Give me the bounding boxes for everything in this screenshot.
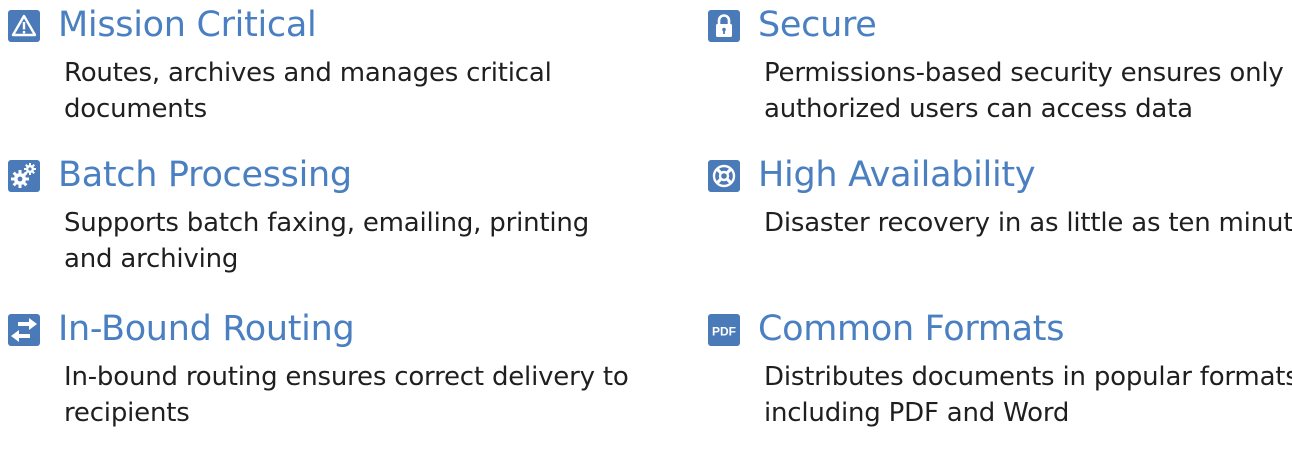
feature-title: Common Formats	[758, 309, 1065, 349]
swap-arrows-icon	[8, 314, 40, 346]
feature-description: Permissions-based security ensures only …	[764, 58, 1284, 124]
feature-description: Disaster recovery in as little as ten mi…	[764, 208, 1292, 238]
lock-icon	[708, 10, 740, 42]
feature-description: Supports batch faxing, emailing, printin…	[64, 208, 590, 274]
feature-description: Distributes documents in popular formats…	[764, 362, 1292, 428]
gears-icon	[8, 160, 40, 192]
feature-title: Mission Critical	[58, 5, 317, 45]
lifebuoy-icon	[708, 160, 740, 192]
pdf-icon-label: PDF	[712, 325, 736, 339]
feature-title: Batch Processing	[58, 155, 352, 195]
feature-description: In-bound routing ensures correct deliver…	[64, 362, 629, 428]
feature-title: In-Bound Routing	[58, 309, 355, 349]
warning-icon	[8, 10, 40, 42]
feature-title: Secure	[758, 5, 877, 45]
feature-description: Routes, archives and manages critical do…	[64, 58, 552, 124]
pdf-icon: PDF	[708, 314, 740, 346]
feature-title: High Availability	[758, 155, 1036, 195]
